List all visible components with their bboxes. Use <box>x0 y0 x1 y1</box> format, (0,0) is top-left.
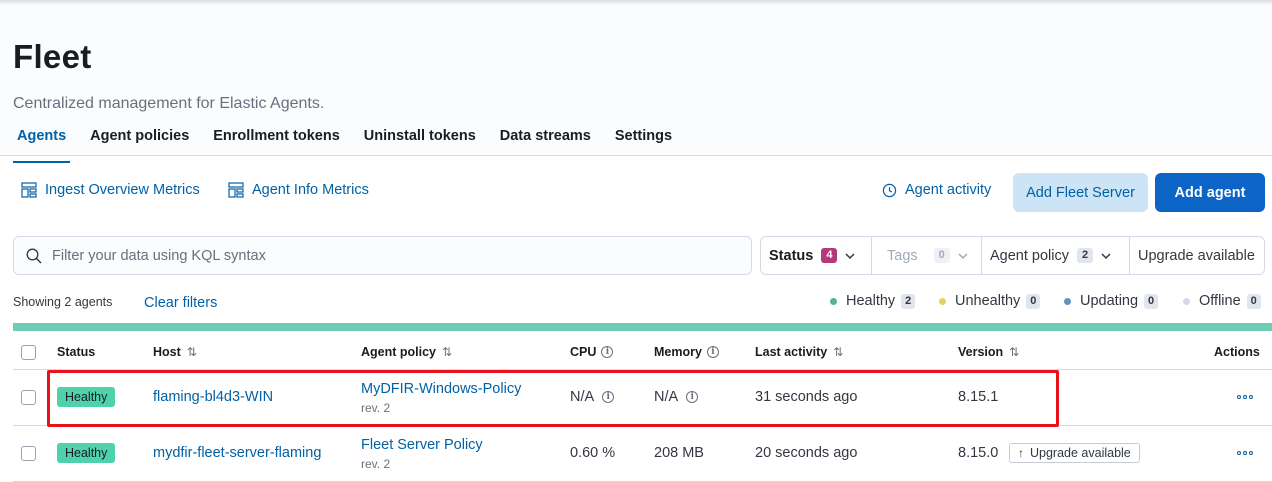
agent-policy-filter-label: Agent policy <box>990 247 1069 264</box>
legend-healthy-label: Healthy <box>846 293 896 309</box>
updating-dot-icon <box>1064 297 1071 305</box>
tab-agent-policies[interactable]: Agent policies <box>86 128 193 154</box>
healthy-dot-icon <box>830 297 837 305</box>
cpu-value: 0.60 % <box>570 445 616 461</box>
clear-filters-link[interactable]: Clear filters <box>144 295 217 311</box>
add-agent-button[interactable]: Add agent <box>1155 173 1265 212</box>
column-header-last-activity[interactable]: Last activity ⇅ <box>755 345 843 359</box>
offline-dot-icon <box>1183 297 1190 305</box>
status-filter-label: Status <box>769 247 814 264</box>
info-icon[interactable]: i <box>601 346 614 358</box>
agent-info-metrics-link[interactable]: Agent Info Metrics <box>228 182 369 198</box>
legend-unhealthy-label: Unhealthy <box>955 293 1021 309</box>
agent-policy-filter[interactable]: Agent policy 2 <box>982 237 1130 274</box>
tab-enrollment-tokens[interactable]: Enrollment tokens <box>209 128 344 154</box>
policy-revision: rev. 2 <box>361 457 391 471</box>
chevron-down-icon <box>845 252 855 259</box>
select-all-checkbox[interactable] <box>21 345 36 360</box>
row-actions-button[interactable] <box>1237 448 1255 458</box>
agent-activity-link[interactable]: Agent activity <box>882 182 991 198</box>
highlight-annotation <box>47 370 1059 427</box>
memory-value: 208 MB <box>654 445 704 461</box>
column-header-actions-label: Actions <box>1214 345 1260 359</box>
host-link[interactable]: mydfir-fleet-server-flaming <box>153 445 321 461</box>
column-header-host-label: Host <box>153 345 181 359</box>
health-status-bar <box>13 323 1272 331</box>
row-actions-button[interactable] <box>1237 392 1255 402</box>
column-header-status: Status <box>57 345 95 359</box>
chevron-down-icon <box>1101 252 1111 259</box>
row-checkbox[interactable] <box>21 446 36 461</box>
column-header-cpu: CPU i <box>570 345 614 359</box>
filter-group: Status 4 Tags 0 Agent policy 2 Upgrade a… <box>760 236 1265 275</box>
ingest-overview-metrics-link[interactable]: Ingest Overview Metrics <box>21 182 200 198</box>
agent-activity-label: Agent activity <box>905 182 992 198</box>
search-icon <box>26 248 42 263</box>
tab-data-streams[interactable]: Data streams <box>496 128 595 154</box>
column-header-status-label: Status <box>57 345 96 359</box>
legend-healthy: Healthy 2 <box>830 293 916 309</box>
tab-uninstall-tokens[interactable]: Uninstall tokens <box>360 128 480 154</box>
tab-settings[interactable]: Settings <box>611 128 676 154</box>
clock-icon <box>882 183 897 197</box>
status-filter[interactable]: Status 4 <box>761 237 872 274</box>
legend-offline-count: 0 <box>1246 293 1261 309</box>
dashboard-icon <box>21 182 37 198</box>
agent-policy-filter-count: 2 <box>1077 248 1094 263</box>
sort-icon: ⇅ <box>1009 345 1020 359</box>
tags-filter[interactable]: Tags 0 <box>872 237 982 274</box>
legend-updating-label: Updating <box>1080 293 1139 309</box>
sort-icon: ⇅ <box>833 345 844 359</box>
ingest-overview-metrics-label: Ingest Overview Metrics <box>45 182 200 198</box>
column-header-version[interactable]: Version ⇅ <box>958 345 1019 359</box>
column-header-memory-label: Memory <box>654 345 702 359</box>
upgrade-available-filter[interactable]: Upgrade available <box>1130 237 1264 274</box>
legend-offline-label: Offline <box>1199 293 1241 309</box>
showing-count: Showing 2 agents <box>13 295 113 309</box>
arrow-up-icon: ↑ <box>1018 446 1024 460</box>
row-checkbox[interactable] <box>21 390 36 405</box>
column-header-version-label: Version <box>958 345 1004 359</box>
status-badge: Healthy <box>57 443 116 463</box>
page-title: Fleet <box>13 38 92 75</box>
legend-healthy-count: 2 <box>901 293 916 309</box>
upgrade-available-button[interactable]: ↑ Upgrade available <box>1009 443 1140 463</box>
column-header-actions: Actions <box>1214 345 1260 359</box>
version-value: 8.15.0 <box>958 445 999 461</box>
column-header-last-activity-label: Last activity <box>755 345 828 359</box>
agent-info-metrics-label: Agent Info Metrics <box>252 182 369 198</box>
kql-search-bar <box>13 236 752 275</box>
upgrade-available-label: Upgrade available <box>1030 446 1131 460</box>
legend-unhealthy-count: 0 <box>1026 293 1041 309</box>
last-activity-value: 20 seconds ago <box>755 445 858 461</box>
legend-offline: Offline 0 <box>1183 293 1261 309</box>
legend-updating-count: 0 <box>1144 293 1159 309</box>
status-filter-count: 4 <box>821 248 838 263</box>
chevron-down-icon <box>958 252 968 259</box>
info-icon[interactable]: i <box>706 346 719 358</box>
column-header-cpu-label: CPU <box>570 345 597 359</box>
page-subtitle: Centralized management for Elastic Agent… <box>13 95 325 112</box>
unhealthy-dot-icon <box>939 297 946 305</box>
legend-unhealthy: Unhealthy 0 <box>939 293 1041 309</box>
column-header-agent-policy-label: Agent policy <box>361 345 437 359</box>
legend-updating: Updating 0 <box>1064 293 1159 309</box>
column-header-host[interactable]: Host ⇅ <box>153 345 197 359</box>
agent-policy-link[interactable]: Fleet Server Policy <box>361 437 483 453</box>
tab-agents[interactable]: Agents <box>13 128 71 163</box>
sort-icon: ⇅ <box>442 345 453 359</box>
column-header-agent-policy[interactable]: Agent policy ⇅ <box>361 345 452 359</box>
dashboard-icon <box>228 182 244 198</box>
sort-icon: ⇅ <box>186 345 197 359</box>
add-fleet-server-button[interactable]: Add Fleet Server <box>1013 173 1148 212</box>
tab-bar: Agents Agent policies Enrollment tokens … <box>13 128 692 163</box>
column-header-memory: Memory i <box>654 345 719 359</box>
tags-filter-label: Tags <box>887 247 918 264</box>
search-input[interactable] <box>52 247 712 264</box>
tags-filter-count: 0 <box>933 248 950 263</box>
